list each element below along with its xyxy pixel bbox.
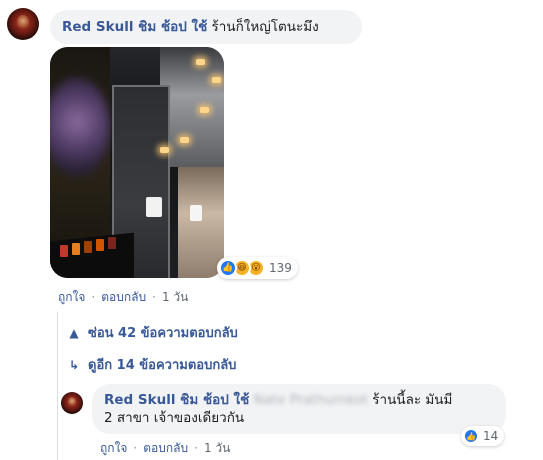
reply-link[interactable]: ตอบกลับ (101, 290, 146, 304)
photo-light (212, 77, 221, 83)
reply-reactions[interactable]: 👍 14 (461, 426, 505, 446)
photo-sign (146, 197, 162, 217)
reply-avatar[interactable] (61, 392, 83, 414)
more-replies-link[interactable]: ↳ ดูอีก 14 ข้อความตอบกลับ (68, 354, 236, 375)
like-icon: 👍 (219, 259, 237, 277)
photo-box (84, 241, 92, 253)
comment-author[interactable]: Red Skull ชิม ช้อป ใช้ (62, 19, 207, 35)
separator: · (91, 290, 96, 304)
reply-like-link[interactable]: ถูกใจ (100, 441, 127, 455)
like-link[interactable]: ถูกใจ (58, 290, 85, 304)
separator: · (194, 441, 198, 455)
thread-line (57, 312, 58, 460)
separator: · (152, 290, 156, 304)
comment-text: ร้านก็ใหญ่โตนะมึง (211, 19, 319, 35)
reply-reaction-count: 14 (483, 429, 499, 443)
tagged-name[interactable]: Nate Prathumkot (254, 391, 368, 409)
photo-box (108, 237, 116, 249)
reply-arrow-icon: ↳ (68, 357, 80, 372)
photo-light (180, 137, 189, 143)
photo-light (200, 107, 209, 113)
chevron-up-icon: ▲ (69, 325, 79, 340)
comment-bubble: Red Skull ชิม ช้อป ใช้ ร้านก็ใหญ่โตนะมึง (50, 10, 362, 44)
reply-bubble: Red Skull ชิม ช้อป ใช้ Nate Prathumkot ร… (92, 384, 506, 434)
timestamp[interactable]: 1 วัน (162, 290, 188, 304)
reply-timestamp[interactable]: 1 วัน (204, 441, 230, 455)
photo-box (60, 245, 68, 257)
reaction-count: 139 (269, 261, 292, 275)
comment-reactions[interactable]: 👍 😆 😮 139 (217, 257, 298, 279)
reply-reply-link[interactable]: ตอบกลับ (143, 441, 188, 455)
comment-photo[interactable] (50, 47, 224, 278)
reply-actions: ถูกใจ · ตอบกลับ · 1 วัน (100, 439, 230, 458)
photo-light (196, 59, 205, 65)
like-icon: 👍 (463, 428, 479, 444)
photo-sign (190, 205, 202, 221)
reply-text: ร้านนี้ละ มันมี (372, 392, 453, 408)
more-replies-label: ดูอีก 14 ข้อความตอบกลับ (88, 358, 237, 373)
hide-replies-label: ซ่อน 42 ข้อความตอบกลับ (88, 326, 238, 341)
photo-light (160, 147, 169, 153)
comment-actions: ถูกใจ · ตอบกลับ · 1 วัน (58, 288, 188, 307)
photo-box (96, 239, 104, 251)
photo-panel (178, 167, 224, 278)
hide-replies-link[interactable]: ▲ ซ่อน 42 ข้อความตอบกลับ (68, 322, 238, 343)
reply-author[interactable]: Red Skull ชิม ช้อป ใช้ (104, 392, 249, 408)
reply-text-line2: 2 สาขา เจ้าของเดียวกัน (104, 410, 245, 426)
separator: · (133, 441, 138, 455)
photo-box (72, 243, 80, 255)
avatar[interactable] (7, 8, 39, 40)
